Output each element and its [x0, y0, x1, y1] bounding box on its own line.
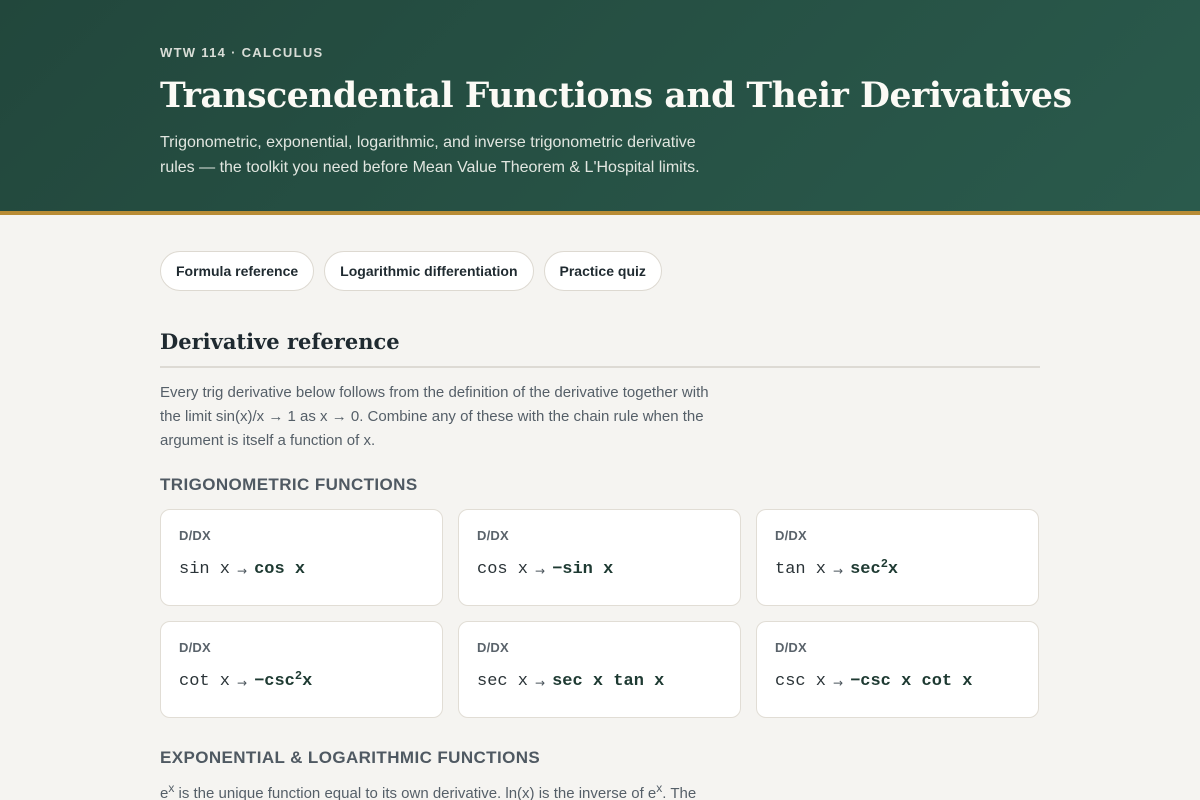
arrow-icon: → — [535, 564, 546, 578]
derivative-card-sin: D/DX sin x → cos x — [160, 509, 443, 606]
formula: cot x → −csc2x — [179, 669, 424, 691]
course-eyebrow: WTW 114 · CALCULUS — [160, 45, 324, 60]
derivative-card-cos: D/DX cos x → −sin x — [458, 509, 741, 606]
tab-formula-reference[interactable]: Formula reference — [160, 251, 315, 291]
derivative-operator: D/DX — [775, 528, 807, 543]
function-name: csc x — [775, 672, 827, 691]
explog-group-label: EXPONENTIAL & LOGARITHMIC FUNCTIONS — [160, 748, 541, 767]
section-description: Every trig derivative below follows from… — [160, 384, 709, 449]
derivative-card-tan: D/DX tan x → sec2x — [756, 509, 1039, 606]
function-name: cos x — [477, 560, 529, 579]
section-title: Derivative reference — [160, 329, 1040, 368]
formula: cos x → −sin x — [477, 557, 722, 579]
explog-description: ex is the unique function equal to its o… — [160, 781, 697, 800]
arrow-icon: → — [237, 564, 248, 578]
arrow-icon: → — [833, 676, 844, 690]
main-content: Formula reference Logarithmic differenti… — [0, 215, 1200, 800]
derivative-operator: D/DX — [477, 640, 509, 655]
arrow-icon: → — [535, 676, 546, 690]
trig-group-label: TRIGONOMETRIC FUNCTIONS — [160, 475, 418, 494]
tab-logarithmic-differentiation[interactable]: Logarithmic differentiation — [324, 251, 534, 291]
derivative-card-sec: D/DX sec x → sec x tan x — [458, 621, 741, 718]
hero-banner: WTW 114 · CALCULUS Transcendental Functi… — [0, 0, 1200, 215]
formula: sec x → sec x tan x — [477, 669, 722, 691]
derivative-result: sec x tan x — [552, 672, 665, 691]
page-subtitle: Trigonometric, exponential, logarithmic,… — [160, 134, 700, 176]
function-name: cot x — [179, 672, 231, 691]
derivative-operator: D/DX — [477, 528, 509, 543]
formula: tan x → sec2x — [775, 557, 1020, 579]
formula: sin x → cos x — [179, 557, 424, 579]
derivative-operator: D/DX — [775, 640, 807, 655]
function-name: tan x — [775, 560, 827, 579]
arrow-icon: → — [237, 676, 248, 690]
formula: csc x → −csc x cot x — [775, 669, 1020, 691]
derivative-result: sec2x — [850, 557, 899, 579]
derivative-result: −csc x cot x — [850, 672, 973, 691]
derivative-operator: D/DX — [179, 640, 211, 655]
page-title: Transcendental Functions and Their Deriv… — [160, 76, 1072, 116]
tab-bar: Formula reference Logarithmic differenti… — [160, 251, 1040, 291]
derivative-result: −csc2x — [254, 669, 313, 691]
function-name: sec x — [477, 672, 529, 691]
function-name: sin x — [179, 560, 231, 579]
derivative-card-csc: D/DX csc x → −csc x cot x — [756, 621, 1039, 718]
derivative-result: −sin x — [552, 560, 614, 579]
derivative-operator: D/DX — [179, 528, 211, 543]
arrow-icon: → — [833, 564, 844, 578]
derivative-card-cot: D/DX cot x → −csc2x — [160, 621, 443, 718]
derivative-result: cos x — [254, 560, 306, 579]
tab-practice-quiz[interactable]: Practice quiz — [543, 251, 662, 291]
trig-card-grid: D/DX sin x → cos x D/DX cos x → −sin x D… — [160, 509, 1040, 718]
